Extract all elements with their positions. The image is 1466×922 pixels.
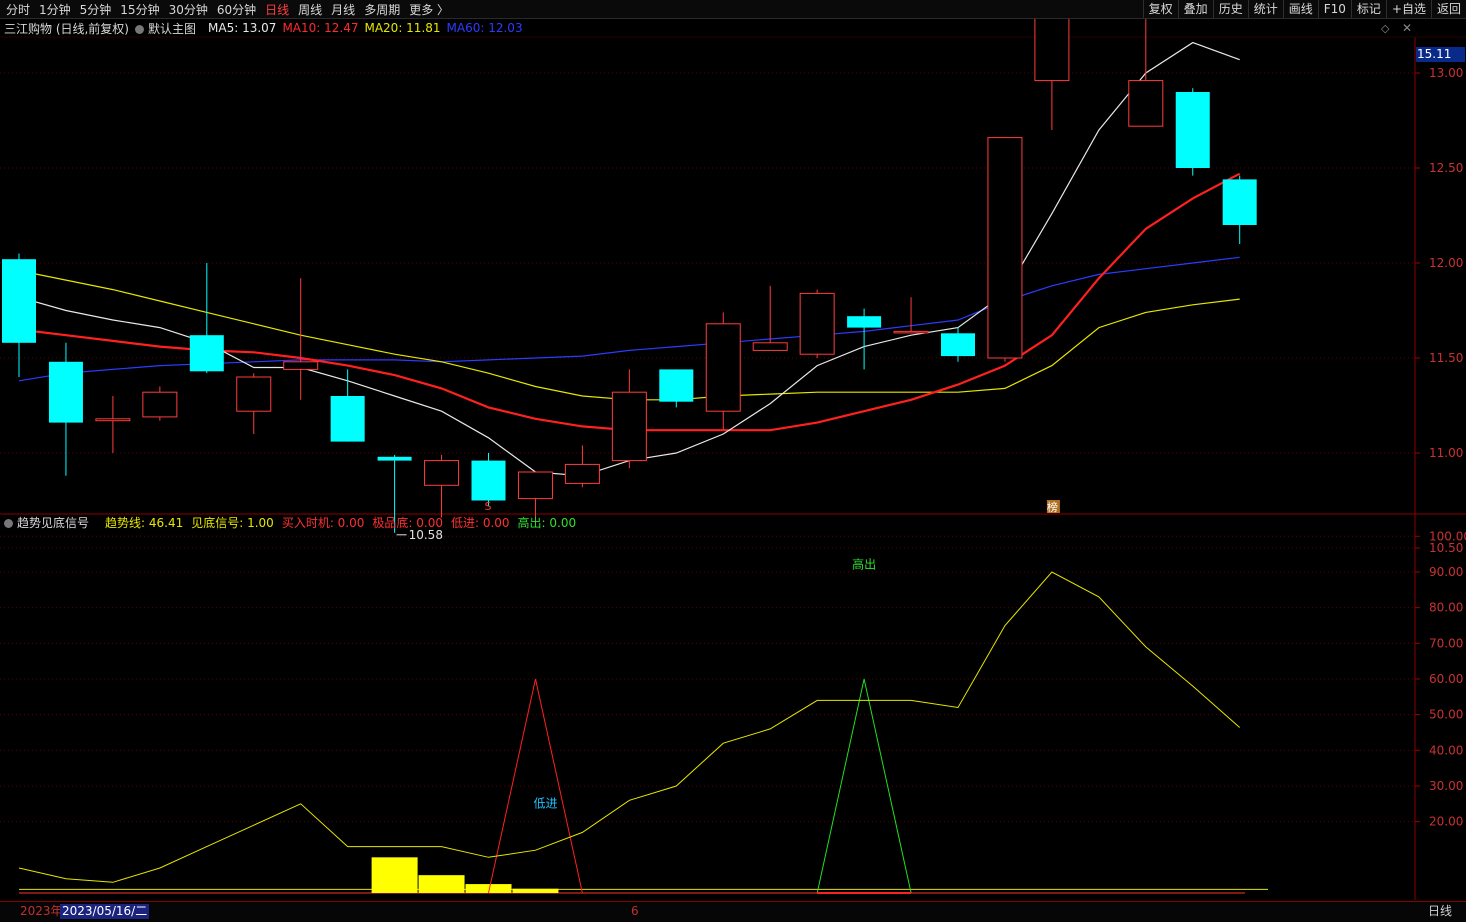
ma60-label: MA60: 12.03 [446,21,523,35]
period-tab-5[interactable]: 60分钟 [217,1,256,18]
extreme-bottom-label: 极品底: 0.00 [372,515,443,530]
trend-line-label: 趋势线: 46.41 [105,515,184,530]
candle-body-up [517,471,553,500]
candle-body-up [564,463,600,484]
main-chart-legend: 三江购物 (日线,前复权) 默认主图 MA5: 13.07 MA10: 12.4… [4,20,529,36]
time-axis-bar: 2023年 2023/05/16/二 6 日线 [0,901,1466,922]
price-tick-label: 11.50 [1429,351,1463,365]
indicator-tick-label: 60.00 [1429,672,1463,686]
candle-body-up [283,361,319,370]
top-toolbar: 分时 1分钟 5分钟 15分钟 30分钟 60分钟 日线 周线 月线 多周期 更多 〉 复权 叠加 历史… [0,0,1466,19]
tool-button-5[interactable]: F10 [1317,0,1351,18]
month-label: 6 [631,904,639,918]
cursor-date: 2023/05/16/二 [60,904,150,919]
current-price-tag: 15.11 [1416,47,1465,62]
period-tabs: 分时 1分钟 5分钟 15分钟 30分钟 60分钟 日线 周线 月线 多周期 更多 〉 [6,0,458,18]
ma10-label: MA10: 12.47 [282,21,359,35]
stock-title: 三江购物 (日线,前复权) [4,21,129,36]
price-tick-label: 11.00 [1429,446,1463,460]
period-tab-3[interactable]: 15分钟 [120,1,159,18]
high-out-text: 高出 [852,556,876,571]
period-tab-4[interactable]: 30分钟 [169,1,208,18]
candle-body-up [752,342,788,351]
tool-button-6[interactable]: 标记 [1350,0,1386,18]
indicator-selector[interactable]: 趋势见底信号 [4,514,97,531]
candle-body-up [705,323,741,412]
marker-s: S [485,500,492,513]
indicator-dot-icon [4,518,13,528]
period-tab-0[interactable]: 分时 [6,1,30,18]
period-tab-7[interactable]: 周线 [298,1,322,18]
candle-body-up [987,137,1023,359]
tool-button-8[interactable]: 返回 [1430,0,1466,18]
indicator-tick-label: 80.00 [1429,601,1463,615]
buy-timing-label: 买入时机: 0.00 [281,515,365,530]
indicator-tick-label: 20.00 [1429,815,1463,829]
price-tick-label: 12.00 [1429,256,1463,270]
close-icon[interactable]: ✕ [1402,21,1412,35]
indicator-tick-label: 40.00 [1429,743,1463,757]
indicator-legend: 趋势见底信号 趋势线: 46.41 见底信号: 1.00 买入时机: 0.00 … [4,514,584,530]
price-tick-label: 13.00 [1429,66,1463,80]
candle-body-down [48,361,83,423]
candle-body-down [847,316,882,328]
period-tab-6[interactable]: 日线 [265,1,289,18]
tool-button-4[interactable]: 画线 [1282,0,1318,18]
low-in-label: 低进: 0.00 [450,515,510,530]
candle-body-down [471,460,506,501]
ma5-label: MA5: 13.07 [208,21,277,35]
candle-body-up [611,391,647,462]
period-tab-9[interactable]: 多周期 [364,1,400,18]
tool-button-3[interactable]: 统计 [1247,0,1283,18]
charts-canvas[interactable]: 15.0014.5014.0013.5013.0012.5012.0011.50… [0,0,1466,921]
candle-body-up [142,391,178,418]
candle-body-up [1128,80,1164,127]
candle-body-up [799,292,835,355]
template-dot-icon [135,24,144,34]
year-label: 2023年 [20,904,63,918]
bottom-signal-label: 见底信号: 1.00 [191,515,274,530]
candle-body-down [189,335,224,372]
period-tab-8[interactable]: 月线 [331,1,355,18]
period-tab-10[interactable]: 更多 〉 [409,1,449,18]
ma20-label: MA20: 11.81 [364,21,441,35]
candle-body-down [1222,179,1257,225]
candle-body-up [893,330,929,334]
bottom-bar [418,875,465,893]
template-selector[interactable]: 默认主图 [135,20,202,37]
indicator-tick-label: 30.00 [1429,779,1463,793]
marker-bang: 榜 [1047,500,1058,514]
candle-body-down [1175,92,1210,168]
trend-line [18,571,1241,883]
indicator-tick-label: 90.00 [1429,565,1463,579]
price-tick-label: 12.50 [1429,161,1463,175]
candle-body-up [236,376,272,412]
candle-body-down [659,369,694,402]
high-out-label: 高出: 0.00 [517,515,577,530]
indicator-tick-label: 70.00 [1429,636,1463,650]
candle-body-down [377,456,412,461]
tool-button-1[interactable]: 叠加 [1177,0,1213,18]
candle-body-up [95,418,131,422]
tool-button-0[interactable]: 复权 [1142,0,1178,18]
tool-button-7[interactable]: +自选 [1385,0,1431,18]
period-tab-1[interactable]: 1分钟 [39,1,71,18]
candle-body-down [2,259,36,343]
bottom-bar [512,888,559,893]
indicator-tick-label: 100.00 [1429,529,1466,543]
tool-buttons: 复权 叠加 历史 统计 画线 F10 标记 +自选 返回 [1142,0,1466,18]
candle-body-down [941,333,975,357]
period-tab-2[interactable]: 5分钟 [80,1,112,18]
bottom-bar [371,857,418,893]
candle-body-up [424,460,460,486]
indicator-tick-label: 50.00 [1429,708,1463,722]
candle-body-down [330,396,365,442]
period-indicator[interactable]: 日线 [1428,904,1452,919]
diamond-icon[interactable]: ◇ [1381,22,1389,35]
tool-button-2[interactable]: 历史 [1212,0,1248,18]
low-in-text: 低进 [533,796,557,810]
